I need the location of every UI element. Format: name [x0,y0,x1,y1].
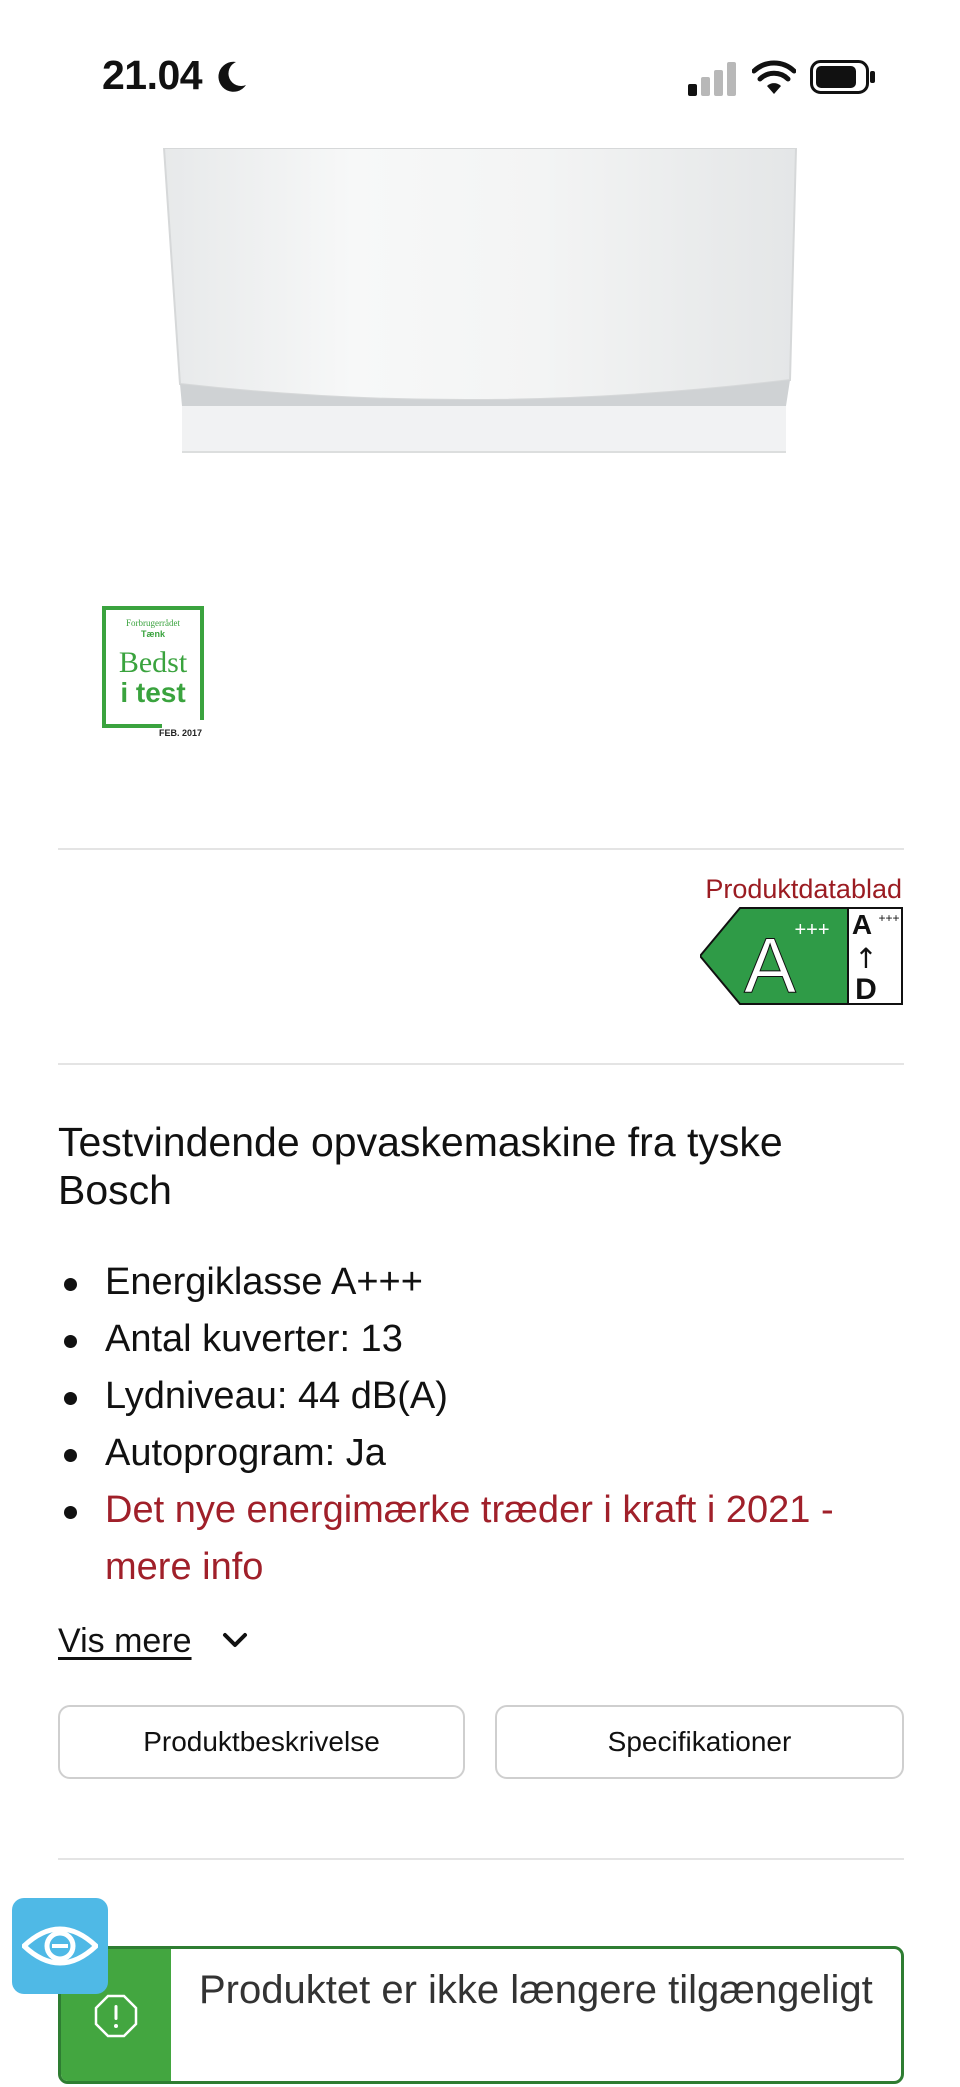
status-time: 21.04 [102,52,203,98]
divider [58,1858,904,1860]
feature-item: Energiklasse A+++ [58,1254,904,1311]
best-in-test-badge: Forbrugerrådet Tænk Bedst i test FEB. 20… [102,606,204,740]
product-headline: Testvindende opvaskemaskine fra tyske Bo… [58,1119,783,1213]
product-datasheet-link[interactable]: Produktdatablad [705,874,902,905]
specifications-button[interactable]: Specifikationer [495,1705,904,1779]
energy-info-link[interactable]: Det nye energimærke træder i kraft i 202… [58,1482,904,1596]
energy-class-label[interactable]: A +++ A +++ ↑ D [700,906,904,1006]
energy-scale-bottom: D [855,973,877,1006]
accessibility-button[interactable] [12,1898,108,1994]
battery-icon [810,60,875,94]
badge-date: FEB. 2017 [159,728,202,738]
moon-icon [218,61,246,92]
unavailable-notice: Produktet er ikke længere tilgængeligt [58,1946,904,2084]
notice-text: Produktet er ikke længere tilgængeligt [199,1968,873,2012]
feature-list: Energiklasse A+++ Antal kuverter: 13 Lyd… [58,1254,904,1596]
cellular-signal-icon [688,62,736,96]
feature-item: Antal kuverter: 13 [58,1311,904,1368]
badge-line1: Bedst [119,646,188,679]
divider [58,1063,904,1065]
product-description-button[interactable]: Produktbeskrivelse [58,1705,465,1779]
energy-class-letter: A [744,921,796,1006]
energy-scale-arrow: ↑ [854,942,877,975]
eye-icon [22,1926,98,1966]
energy-class-plus: +++ [794,919,829,941]
product-image[interactable] [160,148,800,454]
feature-item: Lydniveau: 44 dB(A) [58,1368,904,1425]
divider [58,848,904,850]
show-more-link[interactable]: Vis mere [58,1622,192,1661]
wifi-icon [752,60,796,94]
alert-octagon-icon [94,1994,138,2038]
energy-scale-top-plus: +++ [878,911,899,925]
badge-line2: i test [120,677,185,708]
energy-scale-top: A [852,909,872,940]
feature-item: Autoprogram: Ja [58,1425,904,1482]
badge-org: Forbrugerrådet [126,618,180,628]
badge-brand: Tænk [141,629,166,639]
chevron-down-icon[interactable] [222,1630,248,1652]
